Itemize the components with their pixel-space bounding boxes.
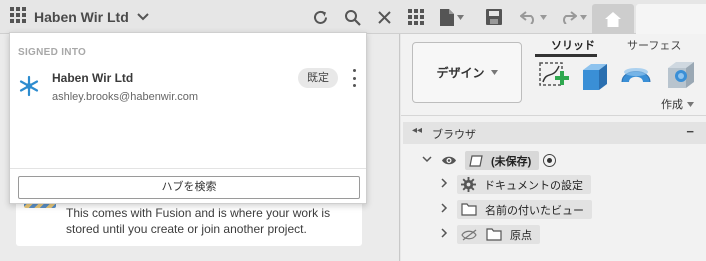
account-hub-name[interactable]: Haben Wir Ltd [52,71,133,85]
folder-icon [486,228,502,241]
eye-hidden-icon[interactable] [461,229,478,241]
browser-header: ◂◂ ブラウザ − [403,122,706,144]
home-icon [605,11,621,27]
chevron-down-icon[interactable] [422,154,432,166]
divider [10,168,366,169]
tree-item-document[interactable]: (未保存) [441,150,557,171]
tab-surface[interactable]: サーフェス [627,37,681,53]
create-menu-label: 作成 [661,99,683,111]
design-workspace: デザイン ソリッド サーフェス 作成 ◂◂ ブラウザ − (未保存) ドキュメン… [401,34,706,261]
account-email: ashley.brooks@habenwir.com [52,91,199,103]
minimize-icon[interactable]: − [686,124,694,139]
divider [401,115,706,116]
component-icon [469,154,483,167]
origin-label: 原点 [510,229,532,242]
file-icon [440,8,454,26]
document-node[interactable]: (未保存) [465,151,540,170]
search-icon[interactable] [342,6,362,28]
hub-name[interactable]: Haben Wir Ltd [34,9,129,25]
home-tab[interactable] [592,4,634,34]
tree-item-document-settings[interactable]: ドキュメントの設定 [457,174,591,195]
hole-tool[interactable] [663,58,697,92]
eye-icon[interactable] [441,155,457,166]
activate-radio-icon[interactable] [543,154,557,167]
tree-item-origin[interactable]: 原点 [457,224,540,245]
hub-popup: SIGNED INTO Haben Wir Ltd ashley.brooks@… [9,32,367,204]
caret-down-icon [490,70,498,75]
gear-icon [461,177,476,192]
chevron-down-icon[interactable] [137,8,149,26]
app-grid-icon[interactable] [10,6,26,28]
redo-icon [562,10,577,24]
tree-item-named-views[interactable]: 名前の付いたビュー [457,199,592,220]
file-menu[interactable] [436,6,468,28]
revolve-icon [621,68,651,83]
hub-logo-icon [19,75,39,97]
extrude-icon [583,64,607,90]
extrude-tool[interactable] [577,58,611,92]
chevron-right-icon[interactable] [441,228,448,241]
search-hubs-button[interactable]: ハブを検索 [18,176,360,199]
active-tab-indicator [535,54,597,57]
named-views-label: 名前の付いたビュー [485,204,584,217]
document-label: (未保存) [491,155,532,168]
save-icon[interactable] [484,6,504,28]
document-settings-node[interactable]: ドキュメントの設定 [457,175,591,194]
undo-icon [519,10,534,24]
create-menu[interactable]: 作成 [661,96,694,112]
top-toolbar: Haben Wir Ltd [0,0,706,34]
undo-button[interactable] [516,6,550,28]
document-tab[interactable] [636,4,706,34]
signed-into-label: SIGNED INTO [18,47,87,58]
hole-icon [668,62,694,88]
named-views-node[interactable]: 名前の付いたビュー [457,200,592,219]
chevron-right-icon[interactable] [441,203,448,216]
default-badge: 既定 [298,68,338,88]
tab-solid[interactable]: ソリッド [551,37,595,53]
chevron-right-icon[interactable] [441,178,448,191]
folder-icon [461,203,477,216]
workspace-label: デザイン [436,66,485,80]
collapse-left-icon[interactable]: ◂◂ [412,125,422,136]
workspace-switcher-button[interactable]: デザイン [412,42,522,103]
refresh-icon[interactable] [310,6,330,28]
more-options-icon[interactable] [350,68,358,88]
caret-down-icon [687,101,694,107]
close-icon[interactable] [374,6,394,28]
browser-title: ブラウザ [432,129,476,141]
document-settings-label: ドキュメントの設定 [484,179,583,192]
origin-node[interactable]: 原点 [457,225,540,244]
project-description: This comes with Fusion and is where your… [66,206,331,236]
data-panel-icon[interactable] [406,6,426,28]
revolve-tool[interactable] [619,58,653,92]
hub-switcher[interactable]: Haben Wir Ltd [10,6,149,28]
caret-down-icon [457,14,464,20]
create-sketch-tool[interactable] [537,58,571,92]
redo-button[interactable] [556,6,590,28]
create-sketch-icon [539,62,569,86]
